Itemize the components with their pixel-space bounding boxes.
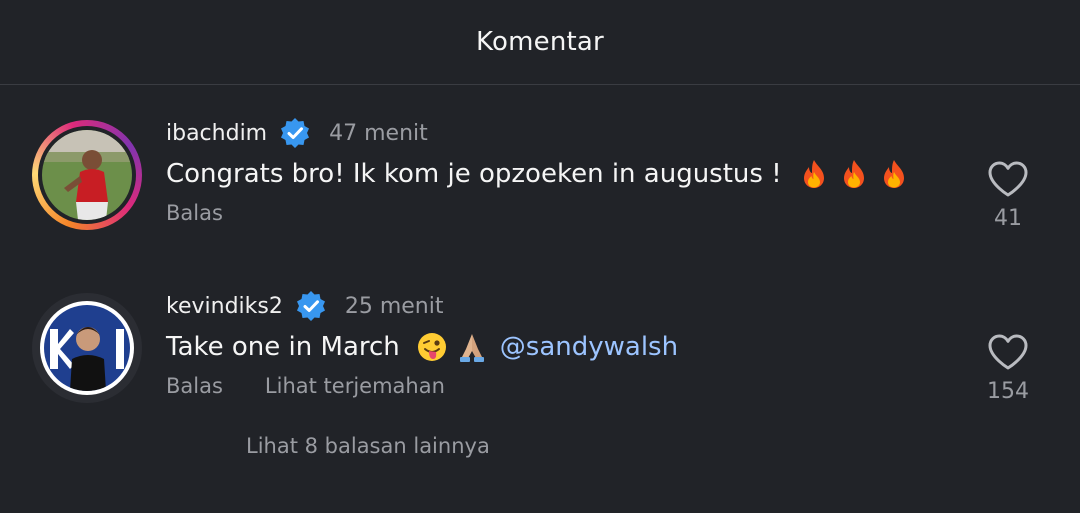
heart-icon[interactable] <box>987 333 1029 371</box>
view-more-replies-button[interactable]: Lihat 8 balasan lainnya <box>246 434 490 458</box>
reply-button[interactable]: Balas <box>166 374 223 398</box>
comment-text: Congrats bro! Ik kom je opzoeken in augu… <box>166 159 782 189</box>
fire-emoji-icon <box>798 158 830 190</box>
comment-text: Take one in March <box>166 332 400 362</box>
comment-time: 47 menit <box>329 120 428 146</box>
avatar[interactable] <box>32 293 142 403</box>
fire-emoji-icon <box>838 158 870 190</box>
translate-button[interactable]: Lihat terjemahan <box>265 374 445 398</box>
comment-username[interactable]: ibachdim <box>166 121 267 146</box>
like-section: 41 <box>984 160 1032 231</box>
avatar-photo <box>44 305 130 391</box>
like-section: 154 <box>984 333 1032 404</box>
avatar-photo <box>42 130 132 220</box>
winking-tongue-emoji-icon <box>416 331 448 363</box>
avatar[interactable] <box>32 120 142 230</box>
comments-header: Komentar <box>0 0 1080 85</box>
verified-badge-icon <box>295 290 327 322</box>
like-count: 154 <box>987 379 1029 404</box>
comment-time: 25 menit <box>344 293 444 319</box>
like-count: 41 <box>994 206 1022 231</box>
mention-link[interactable]: @sandywalsh <box>500 332 678 362</box>
fire-emoji-icon <box>878 158 910 190</box>
verified-badge-icon <box>279 117 311 149</box>
heart-icon[interactable] <box>987 160 1029 198</box>
page-title: Komentar <box>476 27 604 57</box>
reply-button[interactable]: Balas <box>166 201 223 225</box>
comment-username[interactable]: kevindiks2 <box>166 294 283 319</box>
folded-hands-emoji-icon <box>456 331 488 363</box>
